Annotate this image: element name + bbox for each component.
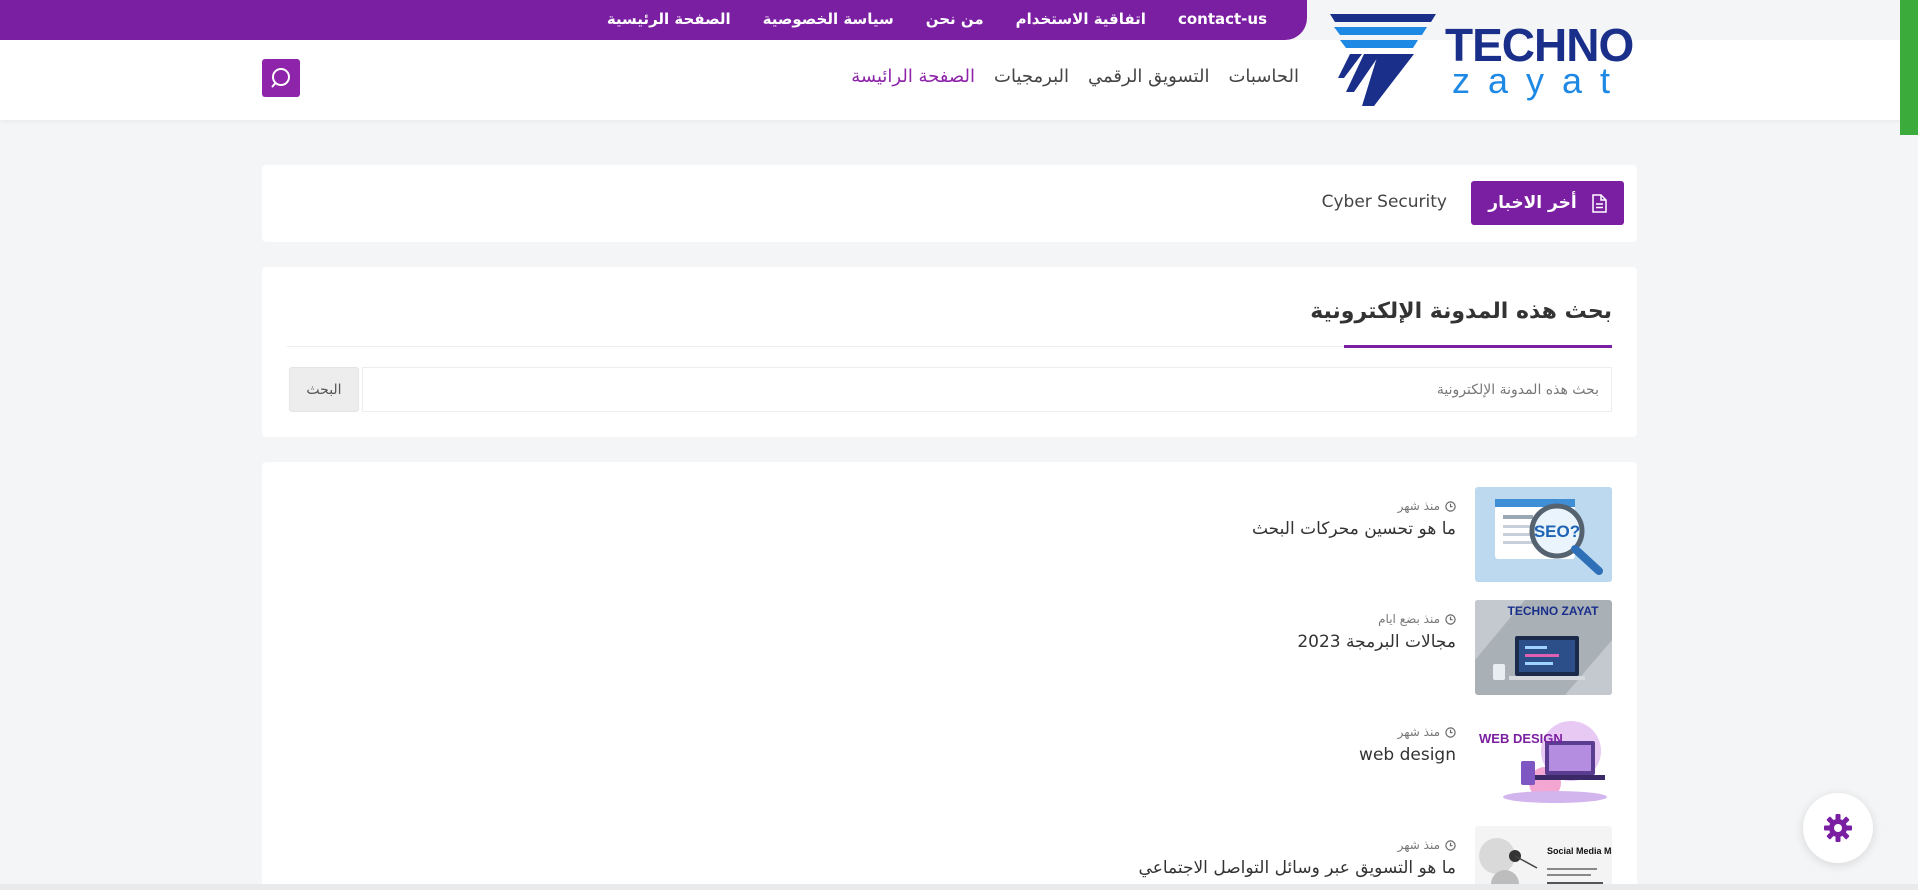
document-icon (1591, 193, 1607, 213)
widget-title: بحث هذه المدونة الإلكترونية (1310, 299, 1612, 324)
thumb-label: SEO? (1534, 522, 1580, 541)
logo-mark-icon (1330, 14, 1436, 106)
post-thumbnail[interactable]: TECHNO ZAYAT (1475, 600, 1612, 695)
site-logo[interactable]: TECHNO zayat (1328, 10, 1634, 106)
settings-fab-button[interactable] (1803, 793, 1873, 863)
post-item[interactable]: TECHNO ZAYAT منذ بضع ايام مجالات البرمجة… (712, 600, 1612, 696)
post-item[interactable]: WEB DESIGN منذ شهر web design (712, 713, 1612, 809)
latest-news-label: أخر الاخبار (1488, 193, 1577, 213)
seo-thumbnail-image: SEO? (1475, 487, 1612, 582)
post-item[interactable]: Social Media Marketing (SMM) منذ شهر ما … (712, 826, 1612, 890)
top-links-list: الصفحة الرئيسية سياسة الخصوصية من نحن ات… (607, 0, 1267, 38)
header-search-button[interactable] (262, 59, 300, 97)
social-media-thumbnail-image: Social Media Marketing (SMM) (1475, 826, 1612, 890)
post-date: منذ بضع ايام (1378, 612, 1456, 626)
blog-search-submit-button[interactable]: البحث (289, 367, 359, 412)
post-time-label: منذ بضع ايام (1378, 612, 1440, 626)
nav-item-computers[interactable]: الحاسبات (1228, 66, 1299, 87)
clock-icon (1445, 500, 1456, 512)
top-link-privacy[interactable]: سياسة الخصوصية (763, 10, 894, 28)
post-date: منذ شهر (1398, 499, 1456, 513)
latest-news-bar: أخر الاخبار Cyber Security (262, 165, 1637, 242)
recent-posts-widget: SEO? منذ شهر ما هو تحسين محركات البحث TE… (262, 462, 1637, 890)
clock-icon (1445, 839, 1456, 851)
post-title[interactable]: ما هو تحسين محركات البحث (1252, 519, 1456, 539)
top-link-about[interactable]: من نحن (926, 10, 984, 28)
top-links-bar: الصفحة الرئيسية سياسة الخصوصية من نحن ات… (0, 0, 1307, 40)
post-title[interactable]: web design (1359, 745, 1456, 765)
thumb-label: Social Media Marketing (SMM) (1547, 846, 1612, 856)
logo-text-zayat: zayat (1452, 60, 1629, 101)
side-accent-bar (1900, 0, 1918, 135)
nav-item-home[interactable]: الصفحة الرائيسة (851, 66, 975, 87)
programming-thumbnail-image: TECHNO ZAYAT (1475, 600, 1612, 695)
post-item[interactable]: SEO? منذ شهر ما هو تحسين محركات البحث (712, 487, 1612, 583)
title-accent-line (1344, 345, 1612, 348)
main-nav: الصفحة الرائيسة البرمجيات التسويق الرقمي… (851, 66, 1299, 87)
post-time-label: منذ شهر (1397, 725, 1440, 739)
post-thumbnail[interactable]: SEO? (1475, 487, 1612, 582)
thumb-label: WEB DESIGN (1479, 731, 1563, 746)
news-ticker-item[interactable]: Cyber Security (1322, 192, 1447, 212)
bottom-scroll-strip (0, 884, 1918, 890)
blog-search-input[interactable] (362, 367, 1612, 412)
post-thumbnail[interactable]: WEB DESIGN (1475, 713, 1612, 808)
blog-search-widget: بحث هذه المدونة الإلكترونية البحث (262, 267, 1637, 437)
post-title[interactable]: ما هو التسويق عبر وسائل التواصل الاجتماع… (1139, 858, 1456, 878)
top-link-home[interactable]: الصفحة الرئيسية (607, 10, 731, 28)
top-link-terms[interactable]: اتفاقية الاستخدام (1016, 10, 1146, 28)
top-link-contact[interactable]: contact-us (1178, 10, 1267, 28)
post-time-label: منذ شهر (1397, 499, 1440, 513)
nav-item-digital-marketing[interactable]: التسويق الرقمي (1088, 66, 1209, 87)
post-title[interactable]: مجالات البرمجة 2023 (1297, 632, 1456, 652)
clock-icon (1445, 726, 1456, 738)
post-date: منذ شهر (1398, 725, 1456, 739)
nav-item-software[interactable]: البرمجيات (994, 66, 1069, 87)
post-date: منذ شهر (1398, 838, 1456, 852)
web-design-thumbnail-image: WEB DESIGN (1475, 713, 1612, 808)
thumb-label: TECHNO ZAYAT (1508, 604, 1600, 618)
latest-news-button[interactable]: أخر الاخبار (1471, 181, 1624, 225)
clock-icon (1445, 613, 1456, 625)
post-thumbnail[interactable]: Social Media Marketing (SMM) (1475, 826, 1612, 890)
post-time-label: منذ شهر (1397, 838, 1440, 852)
gear-icon (1824, 814, 1852, 842)
search-icon (271, 68, 290, 88)
